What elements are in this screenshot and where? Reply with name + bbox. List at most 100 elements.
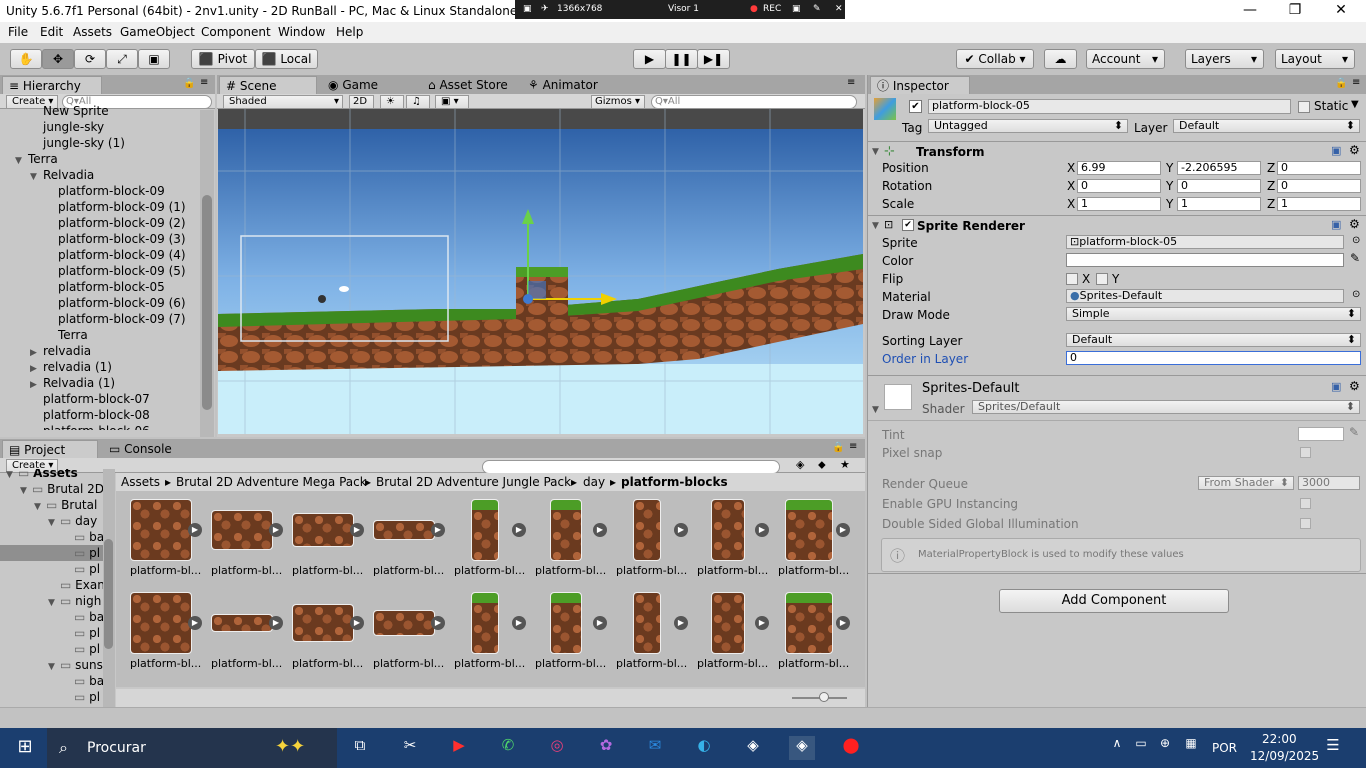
expand-sprite-icon[interactable]: ▶: [836, 616, 850, 630]
whatsapp-icon[interactable]: ✆: [495, 736, 521, 760]
project-lock-icon[interactable]: 🔒: [832, 442, 844, 453]
rotate-tool-icon[interactable]: ⟳: [74, 49, 106, 69]
project-tree-scroll-thumb[interactable]: [104, 539, 113, 649]
hierarchy-item[interactable]: ▶ relvadia: [0, 343, 91, 359]
shader-dropdown[interactable]: Sprites/Default ⬍: [972, 400, 1360, 414]
pen-icon[interactable]: ✎: [813, 4, 821, 14]
asset-thumbnail[interactable]: ▶ platform-bl...: [454, 592, 526, 670]
scale-tool-icon[interactable]: ⤢: [106, 49, 138, 69]
hierarchy-item[interactable]: platform-block-09 (1): [0, 199, 186, 215]
project-folder-item[interactable]: ▭ pl: [0, 625, 103, 641]
expand-sprite-icon[interactable]: ▶: [350, 523, 364, 537]
position-x-field[interactable]: 6.99: [1077, 161, 1161, 175]
keyboard-icon[interactable]: ▦: [1178, 736, 1204, 760]
asset-thumbnail[interactable]: ▶ platform-bl...: [130, 499, 202, 577]
hierarchy-item[interactable]: ▶ relvadia (1): [0, 359, 112, 375]
inspector-menu-icon[interactable]: ≡: [1352, 77, 1360, 88]
project-folder-item[interactable]: ▭ ba: [0, 529, 103, 545]
expand-sprite-icon[interactable]: ▶: [431, 523, 445, 537]
project-menu-icon[interactable]: ≡: [849, 441, 857, 452]
tab-animator[interactable]: ⚘ Animator: [522, 76, 622, 94]
flip-y-checkbox[interactable]: [1096, 273, 1108, 285]
breadcrumb-day[interactable]: day: [583, 473, 605, 491]
static-dropdown-icon[interactable]: ▼: [1351, 99, 1359, 110]
rec-label[interactable]: REC: [763, 4, 781, 14]
youtube-icon[interactable]: ▶: [446, 736, 472, 760]
asset-thumbnail[interactable]: ▶ platform-bl...: [616, 499, 688, 577]
render-queue-field[interactable]: 3000: [1298, 476, 1360, 490]
material-foldout-icon[interactable]: ▼: [872, 405, 879, 415]
breadcrumb-jungle-pack[interactable]: Brutal 2D Adventure Jungle Pack: [376, 473, 571, 491]
layers-dropdown[interactable]: Layers ▾: [1185, 49, 1264, 69]
asset-thumbnail[interactable]: ▶ platform-bl...: [292, 592, 364, 670]
tab-project[interactable]: ▤ Project: [2, 440, 98, 458]
move-tool-icon[interactable]: ✥: [42, 49, 74, 69]
object-picker-icon[interactable]: ⊙: [1352, 289, 1360, 300]
object-picker-icon[interactable]: ⊙: [1352, 235, 1360, 246]
scale-x-field[interactable]: 1: [1077, 197, 1161, 211]
menu-window[interactable]: Window: [278, 25, 325, 39]
flip-x-checkbox[interactable]: [1066, 273, 1078, 285]
lock-icon[interactable]: 🔒: [183, 78, 195, 89]
breadcrumb-mega-pack[interactable]: Brutal 2D Adventure Mega Pack: [176, 473, 367, 491]
minimize-button[interactable]: —: [1235, 2, 1265, 20]
material-field[interactable]: ●Sprites-Default: [1066, 289, 1344, 303]
menu-file[interactable]: File: [8, 25, 28, 39]
project-folder-item[interactable]: ▭ ba: [0, 673, 103, 689]
language-indicator[interactable]: POR: [1212, 741, 1237, 755]
gpu-instancing-checkbox[interactable]: [1300, 498, 1311, 509]
effects-icon[interactable]: ▣ ▾: [435, 95, 469, 109]
unity-editor-icon[interactable]: ◈: [789, 736, 815, 760]
clock-date[interactable]: 12/09/2025: [1250, 749, 1319, 763]
menu-component[interactable]: Component: [201, 25, 271, 39]
project-folder-item[interactable]: ▼ ▭ Brutal 2D: [0, 481, 103, 497]
hierarchy-item[interactable]: platform-block-09 (4): [0, 247, 186, 263]
project-folder-item[interactable]: ▼ ▭ Assets: [0, 469, 103, 481]
hierarchy-item[interactable]: Terra: [0, 327, 88, 343]
rotation-y-field[interactable]: 0: [1177, 179, 1261, 193]
menu-help[interactable]: Help: [336, 25, 363, 39]
help-icon[interactable]: ▣: [1331, 380, 1341, 393]
play-button[interactable]: ▶: [633, 49, 666, 69]
cloud-icon[interactable]: ☁: [1044, 49, 1077, 69]
breadcrumb-platform-blocks[interactable]: platform-blocks: [621, 473, 728, 491]
project-folder-item[interactable]: ▭ pl: [0, 545, 103, 561]
scale-y-field[interactable]: 1: [1177, 197, 1261, 211]
gear-icon[interactable]: ⚙: [1349, 143, 1360, 157]
pause-button[interactable]: ❚❚: [665, 49, 698, 69]
project-folder-item[interactable]: ▭ pl: [0, 689, 103, 705]
recorder-viewer[interactable]: Visor 1: [668, 4, 699, 14]
eyedropper-icon[interactable]: ✎: [1349, 425, 1359, 439]
hierarchy-item[interactable]: platform-block-09 (7): [0, 311, 186, 327]
hierarchy-item[interactable]: platform-block-09 (5): [0, 263, 186, 279]
expand-sprite-icon[interactable]: ▶: [593, 523, 607, 537]
expand-sprite-icon[interactable]: ▶: [188, 616, 202, 630]
asset-thumbnail[interactable]: ▶ platform-bl...: [292, 499, 364, 577]
asset-thumbnail[interactable]: ▶ platform-bl...: [535, 592, 607, 670]
project-folder-item[interactable]: ▭ pl: [0, 561, 103, 577]
expand-sprite-icon[interactable]: ▶: [512, 616, 526, 630]
asset-thumbnail[interactable]: ▶ platform-bl...: [211, 592, 283, 670]
help-icon[interactable]: ▣: [1331, 144, 1341, 157]
zoom-slider-thumb[interactable]: [819, 692, 829, 702]
copilot-icon[interactable]: ✿: [593, 736, 619, 760]
rect-tool-icon[interactable]: ▣: [138, 49, 170, 69]
color-swatch[interactable]: [1066, 253, 1344, 267]
collab-dropdown[interactable]: ✔ Collab ▾: [956, 49, 1034, 69]
project-folder-item[interactable]: ▼ ▭ day: [0, 513, 103, 529]
hierarchy-item[interactable]: New Sprite: [0, 103, 109, 119]
eyedropper-icon[interactable]: ✎: [1350, 251, 1360, 265]
hand-tool-icon[interactable]: ✋: [10, 49, 42, 69]
sprite-renderer-foldout-icon[interactable]: ▼: [872, 221, 879, 231]
asset-thumbnail[interactable]: ▶ platform-bl...: [697, 499, 769, 577]
draw-mode-dropdown[interactable]: Simple ⬍: [1066, 307, 1361, 321]
hierarchy-item[interactable]: ▶ Relvadia (1): [0, 375, 115, 391]
expand-sprite-icon[interactable]: ▶: [512, 523, 526, 537]
sprite-field[interactable]: ⊡platform-block-05: [1066, 235, 1344, 249]
maximize-button[interactable]: ❐: [1280, 2, 1310, 20]
gear-icon[interactable]: ⚙: [1349, 379, 1360, 393]
hierarchy-item[interactable]: platform-block-09 (2): [0, 215, 186, 231]
hierarchy-item[interactable]: platform-block-07: [0, 391, 150, 407]
favorite-star-icon[interactable]: ★: [840, 458, 850, 471]
layout-dropdown[interactable]: Layout ▾: [1275, 49, 1355, 69]
